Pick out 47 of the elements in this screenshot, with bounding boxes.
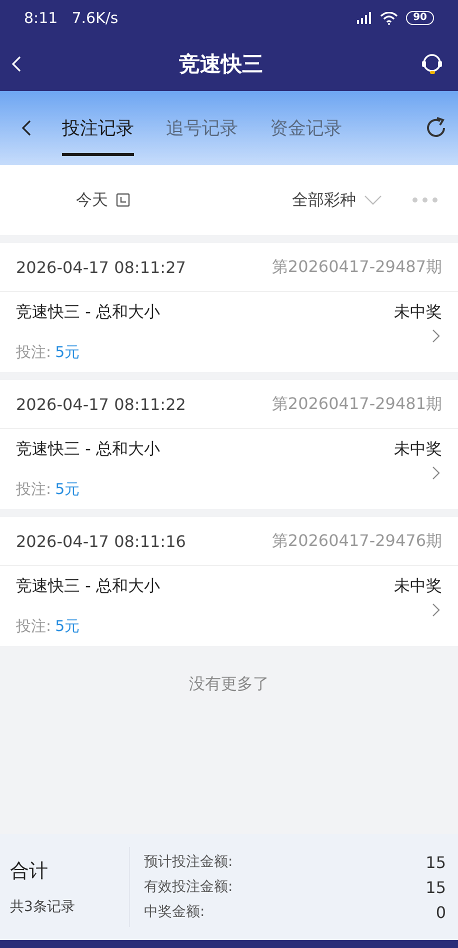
record-count: 共3条记录 xyxy=(10,898,76,916)
summary-label: 有效投注金额: xyxy=(144,878,233,896)
bet-amount: 5元 xyxy=(55,480,80,498)
battery-indicator: 90 xyxy=(406,11,434,25)
chevron-right-icon xyxy=(432,466,440,480)
bet-amount: 5元 xyxy=(55,343,80,361)
summary-value: 15 xyxy=(426,878,446,896)
issue-number: 第20260417-29487期 xyxy=(272,256,442,278)
bet-time: 2026-04-17 08:11:22 xyxy=(16,394,186,414)
calendar-icon xyxy=(116,193,130,207)
issue-number: 第20260417-29481期 xyxy=(272,394,442,414)
date-filter[interactable]: 今天 xyxy=(76,190,130,210)
wifi-icon xyxy=(380,12,398,24)
bet-time: 2026-04-17 08:11:16 xyxy=(16,532,186,550)
result-status: 未中奖 xyxy=(394,576,442,597)
record-card[interactable]: 2026-04-17 08:11:27 第20260417-29487期 竞速快三 - 总和大小 未中奖 投注: 5元 xyxy=(0,243,458,372)
bet-label: 投注: xyxy=(16,480,52,498)
headset-icon[interactable] xyxy=(420,52,444,76)
network-speed: 7.6K/s xyxy=(72,9,118,27)
lottery-dropdown[interactable]: 全部彩种 xyxy=(292,190,382,210)
bet-amount: 5元 xyxy=(55,617,80,635)
summary-value: 15 xyxy=(426,852,446,872)
bet-time: 2026-04-17 08:11:27 xyxy=(16,258,186,276)
bet-label: 投注: xyxy=(16,343,52,361)
clock: 8:11 xyxy=(24,9,58,27)
game-name: 竞速快三 - 总和大小 xyxy=(16,576,160,597)
summary-value: 0 xyxy=(436,902,446,922)
bet-label: 投注: xyxy=(16,617,52,635)
summary-title: 合计 xyxy=(10,859,49,884)
summary-label: 预计投注金额: xyxy=(144,852,233,872)
result-status: 未中奖 xyxy=(394,439,442,460)
page-title: 竞速快三 xyxy=(178,50,264,78)
issue-number: 第20260417-29476期 xyxy=(272,530,442,552)
record-card[interactable]: 2026-04-17 08:11:22 第20260417-29481期 竞速快三 - 总和大小 未中奖 投注: 5元 xyxy=(0,380,458,509)
record-card[interactable]: 2026-04-17 08:11:16 第20260417-29476期 竞速快三 - 总和大小 未中奖 投注: 5元 xyxy=(0,517,458,646)
game-name: 竞速快三 - 总和大小 xyxy=(16,439,160,460)
signal-icon xyxy=(356,12,372,24)
back-icon[interactable] xyxy=(20,119,32,137)
chevron-right-icon xyxy=(432,329,440,343)
result-status: 未中奖 xyxy=(394,302,442,323)
chevron-right-icon xyxy=(432,603,440,617)
summary-label: 中奖金额: xyxy=(144,902,205,922)
tab[interactable]: 投注记录 xyxy=(62,100,134,156)
chevron-down-icon xyxy=(364,195,382,205)
game-name: 竞速快三 - 总和大小 xyxy=(16,302,160,323)
refresh-icon[interactable] xyxy=(424,116,448,140)
end-of-list-text: 没有更多了 xyxy=(188,674,270,695)
